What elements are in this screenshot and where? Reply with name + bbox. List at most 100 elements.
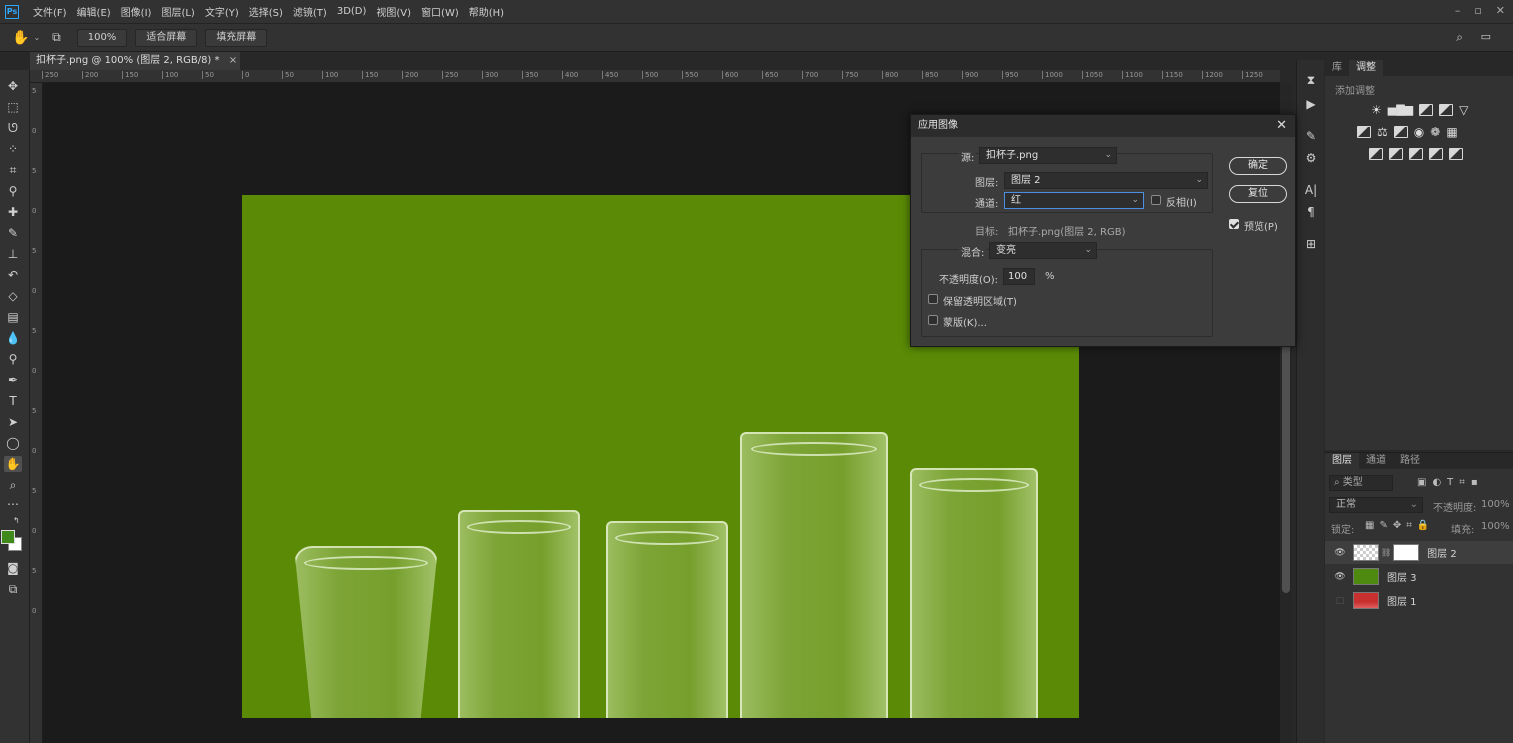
menu-edit[interactable]: 编辑(E) <box>77 4 111 19</box>
layer-blend-mode-select[interactable]: 正常 ⌄ <box>1329 497 1423 513</box>
fill-value[interactable]: 100% <box>1481 521 1510 532</box>
mask-label[interactable]: 蒙版(K)... <box>943 314 987 329</box>
close-window-icon[interactable]: ✕ <box>1496 4 1505 17</box>
path-selection-tool-icon[interactable]: ➤ <box>4 414 22 430</box>
close-tab-icon[interactable]: × <box>229 55 237 66</box>
posterize-icon[interactable] <box>1389 148 1403 160</box>
menu-help[interactable]: 帮助(H) <box>469 4 504 19</box>
glyphs-icon[interactable]: ⊞ <box>1303 236 1319 252</box>
move-tool-icon[interactable]: ✥ <box>4 78 22 94</box>
dodge-tool-icon[interactable]: ⚲ <box>4 351 22 367</box>
menu-file[interactable]: 文件(F) <box>33 4 67 19</box>
layer-kind-filter[interactable]: ⌕ 类型 <box>1329 475 1393 491</box>
color-balance-icon[interactable]: ⚖ <box>1377 126 1388 138</box>
gradient-tool-icon[interactable]: ▤ <box>4 309 22 325</box>
actions-play-icon[interactable]: ▶ <box>1303 96 1319 112</box>
menu-3d[interactable]: 3D(D) <box>337 6 367 17</box>
eye-icon[interactable]: 👁 <box>1333 572 1347 582</box>
scroll-all-windows-icon[interactable]: ⧉ <box>52 30 61 45</box>
menu-select[interactable]: 选择(S) <box>249 4 283 19</box>
eraser-tool-icon[interactable]: ◇ <box>4 288 22 304</box>
curves-icon[interactable] <box>1419 104 1434 116</box>
menu-layer[interactable]: 图层(L) <box>161 4 194 19</box>
fill-screen-button[interactable]: 填充屏幕 <box>205 28 268 47</box>
lasso-tool-icon[interactable]: ᘎ <box>4 120 22 136</box>
crop-tool-icon[interactable]: ⌗ <box>4 162 22 178</box>
close-icon[interactable]: ✕ <box>1276 118 1287 133</box>
foreground-color-swatch[interactable] <box>1 530 15 544</box>
screen-mode-icon[interactable]: ⧉ <box>4 581 22 597</box>
brush-tool-icon[interactable]: ✎ <box>4 225 22 241</box>
menu-filter[interactable]: 滤镜(T) <box>293 4 327 19</box>
menu-window[interactable]: 窗口(W) <box>421 4 459 19</box>
eye-hidden-icon[interactable]: □ <box>1333 596 1347 606</box>
paragraph-icon[interactable]: ¶ <box>1303 204 1319 220</box>
zoom-100-button[interactable]: 100% <box>76 28 128 47</box>
scrollbar-thumb[interactable] <box>1282 333 1290 593</box>
brightness-icon[interactable]: ☀ <box>1371 104 1382 116</box>
invert-checkbox[interactable] <box>1151 195 1161 205</box>
invert-icon[interactable] <box>1369 148 1383 160</box>
document-tab[interactable]: 扣杯子.png @ 100% (图层 2, RGB/8) * × <box>30 52 240 70</box>
eye-icon[interactable]: 👁 <box>1333 548 1347 558</box>
tab-layers[interactable]: 图层 <box>1325 453 1359 469</box>
clone-stamp-tool-icon[interactable]: ⊥ <box>4 246 22 262</box>
menu-image[interactable]: 图像(I) <box>121 4 152 19</box>
tab-channels[interactable]: 通道 <box>1359 453 1393 469</box>
gradient-map-icon[interactable] <box>1449 148 1463 160</box>
hand-tool-icon[interactable]: ✋ <box>4 456 22 472</box>
tab-libraries[interactable]: 库 <box>1325 60 1349 76</box>
blur-tool-icon[interactable]: 💧 <box>4 330 22 346</box>
preview-checkbox[interactable] <box>1229 219 1239 229</box>
lock-icons[interactable]: ▦✎✥⌗🔒 <box>1365 520 1434 531</box>
source-select[interactable]: 扣杯子.png ⌄ <box>979 147 1117 164</box>
restore-icon[interactable]: ▫ <box>1474 4 1481 17</box>
marquee-tool-icon[interactable]: ⬚ <box>4 99 22 115</box>
quick-mask-icon[interactable]: ◙ <box>4 560 22 576</box>
reset-button[interactable]: 复位 <box>1229 185 1287 203</box>
channel-select[interactable]: 红 ⌄ <box>1004 192 1144 209</box>
invert-label[interactable]: 反相(I) <box>1166 194 1197 209</box>
mask-checkbox[interactable] <box>928 315 938 325</box>
search-icon[interactable]: ⌕ <box>1456 30 1463 45</box>
layer-select[interactable]: 图层 2 ⌄ <box>1004 172 1208 189</box>
pen-tool-icon[interactable]: ✒ <box>4 372 22 388</box>
preserve-transparency-checkbox[interactable] <box>928 294 938 304</box>
channel-mixer-icon[interactable]: ❁ <box>1430 126 1440 138</box>
more-tools-icon[interactable]: ⋯ <box>4 496 22 512</box>
hue-saturation-icon[interactable] <box>1357 126 1371 138</box>
threshold-icon[interactable] <box>1409 148 1423 160</box>
tab-adjustments[interactable]: 调整 <box>1349 60 1383 76</box>
selective-color-icon[interactable] <box>1429 148 1443 160</box>
layer-row-layer2[interactable]: 👁 ⛓ 图层 2 <box>1325 541 1513 564</box>
minimize-icon[interactable]: – <box>1455 4 1461 17</box>
exposure-icon[interactable] <box>1439 104 1454 116</box>
layer-mask-thumbnail[interactable] <box>1393 544 1420 561</box>
character-icon[interactable]: A| <box>1303 182 1319 198</box>
type-tool-icon[interactable]: T <box>4 393 22 409</box>
menu-view[interactable]: 视图(V) <box>376 4 411 19</box>
photo-filter-icon[interactable]: ◉ <box>1414 126 1424 138</box>
chevron-down-icon[interactable]: ⌄ <box>33 33 40 42</box>
layer-opacity-value[interactable]: 100% <box>1481 499 1510 510</box>
fit-screen-button[interactable]: 适合屏幕 <box>135 28 198 47</box>
layer-row-layer3[interactable]: 👁 图层 3 <box>1325 565 1513 588</box>
properties-sliders-icon[interactable]: ⚙ <box>1303 150 1319 166</box>
ok-button[interactable]: 确定 <box>1229 157 1287 175</box>
vibrance-icon[interactable]: ▽ <box>1459 104 1468 116</box>
levels-icon[interactable]: ▅▇▆ <box>1388 104 1413 116</box>
opacity-input[interactable]: 100 <box>1003 268 1035 285</box>
tab-paths[interactable]: 路径 <box>1393 453 1427 469</box>
quick-select-tool-icon[interactable]: ⁘ <box>4 141 22 157</box>
history-icon[interactable]: ⧗ <box>1303 72 1319 88</box>
history-brush-tool-icon[interactable]: ↶ <box>4 267 22 283</box>
black-white-icon[interactable] <box>1393 126 1408 138</box>
healing-brush-tool-icon[interactable]: ✚ <box>4 204 22 220</box>
layer-row-layer1[interactable]: □ 图层 1 <box>1325 589 1513 612</box>
menu-type[interactable]: 文字(Y) <box>205 4 239 19</box>
preserve-transparency-label[interactable]: 保留透明区域(T) <box>943 293 1017 308</box>
zoom-tool-icon[interactable]: ⌕ <box>4 477 22 493</box>
hand-tool-icon[interactable]: ✋ <box>12 30 29 46</box>
blend-select[interactable]: 变亮 ⌄ <box>989 242 1097 259</box>
preview-label[interactable]: 预览(P) <box>1244 218 1278 233</box>
